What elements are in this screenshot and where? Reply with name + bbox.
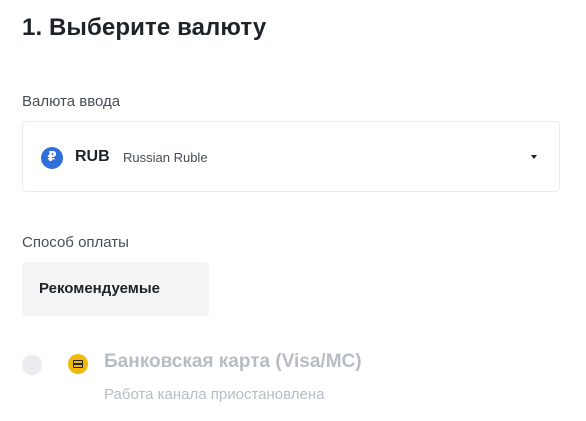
payment-method-label: Способ оплаты bbox=[22, 234, 129, 251]
payment-method-status: Работа канала приостановлена bbox=[104, 386, 325, 403]
step-title: 1. Выберите валюту bbox=[22, 14, 267, 41]
tab-recommended-label: Рекомендуемые bbox=[39, 280, 160, 297]
currency-name: Russian Ruble bbox=[123, 150, 208, 165]
currency-select[interactable]: ₽ RUB Russian Ruble bbox=[22, 121, 560, 192]
ruble-icon: ₽ bbox=[41, 147, 63, 169]
currency-code: RUB bbox=[75, 148, 110, 165]
tab-recommended[interactable]: Рекомендуемые bbox=[22, 262, 209, 316]
payment-method-bank-card[interactable]: Банковская карта (Visa/MC) Работа канала… bbox=[22, 348, 542, 412]
payment-method-name: Банковская карта (Visa/MC) bbox=[104, 351, 362, 372]
currency-field-label: Валюта ввода bbox=[22, 93, 121, 110]
caret-down-icon[interactable] bbox=[531, 155, 537, 159]
payment-method-radio[interactable] bbox=[22, 355, 42, 375]
bank-card-icon bbox=[68, 354, 88, 374]
